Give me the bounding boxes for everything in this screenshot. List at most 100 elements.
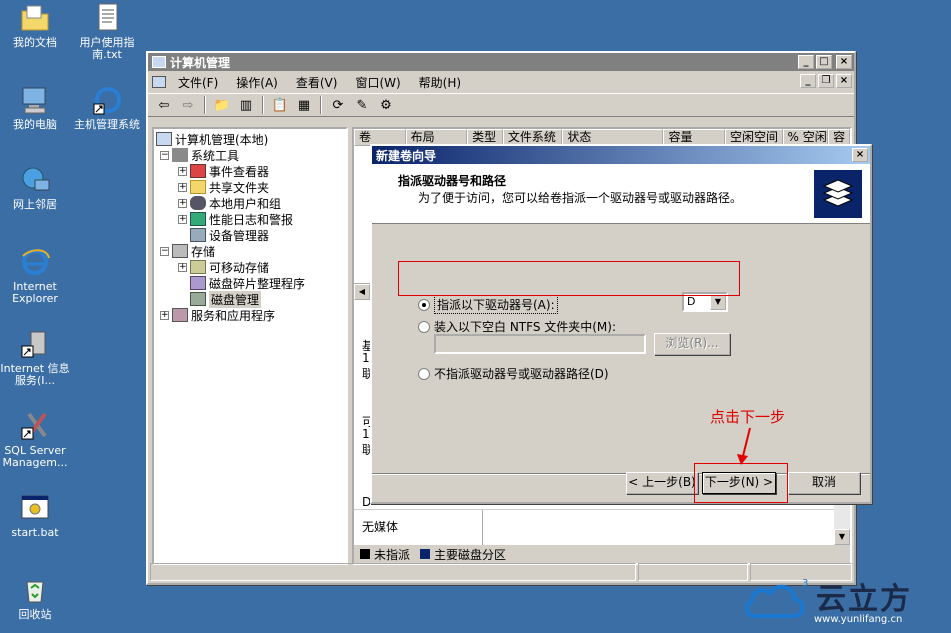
desktop-icon-recycle-bin[interactable]: 回收站 (0, 574, 70, 621)
browse-button[interactable]: 浏览(R)... (654, 333, 730, 355)
scroll-down-button[interactable]: ▼ (834, 529, 850, 545)
tree-node-event-viewer[interactable]: + 事件查看器 (154, 163, 346, 179)
shared-folder-icon (190, 180, 206, 194)
tree-node-root[interactable]: 计算机管理(本地) (154, 131, 346, 147)
refresh-icon[interactable]: ⟳ (328, 96, 348, 114)
legend-bar: 未指派 主要磁盘分区 (354, 545, 850, 563)
cloud-logo-icon: 3 (745, 578, 808, 618)
svg-text:3: 3 (802, 578, 808, 589)
desktop-icon-label: 网上邻居 (13, 198, 57, 211)
annotation-box-next-button (694, 463, 788, 503)
radio-mount-folder[interactable] (418, 320, 430, 333)
desktop-icon-network[interactable]: 网上邻居 (0, 164, 70, 211)
desktop-icon-sql-server[interactable]: SQL Server Managem... (0, 410, 70, 469)
window-titlebar[interactable]: 计算机管理 _ □ × (148, 53, 854, 71)
menu-window[interactable]: 窗口(W) (347, 74, 408, 91)
back-arrow-icon[interactable]: ⇦ (154, 96, 174, 114)
performance-icon (190, 212, 206, 226)
forward-arrow-icon[interactable]: ⇨ (178, 96, 198, 114)
chevron-down-icon[interactable]: ▼ (710, 294, 726, 310)
status-pane-1 (150, 563, 636, 581)
toolbar: ⇦ ⇨ 📁 ▥ 📋 ▦ ⟳ ✎ ⚙ (148, 93, 854, 117)
menu-view[interactable]: 查看(V) (288, 74, 346, 91)
scroll-left-button[interactable]: ◀ (354, 284, 370, 300)
help-icon[interactable]: ▦ (294, 96, 314, 114)
folder-icon (19, 2, 51, 34)
disk-row-cdrom: 无媒体 (354, 509, 834, 546)
collapse-icon[interactable]: − (160, 150, 169, 160)
expand-icon[interactable]: + (178, 182, 187, 192)
computer-icon (152, 56, 166, 68)
menu-file[interactable]: 文件(F) (170, 74, 226, 91)
services-icon (172, 308, 188, 322)
show-tree-icon[interactable]: ▥ (236, 96, 256, 114)
dialog-titlebar[interactable]: 新建卷向导 × (372, 146, 870, 164)
sql-tools-icon (19, 410, 51, 442)
collapse-icon[interactable]: − (160, 246, 169, 256)
ie-icon (19, 246, 51, 278)
expand-icon[interactable]: + (178, 198, 187, 208)
tree-node-disk-management[interactable]: 磁盘管理 (154, 290, 346, 308)
expand-icon[interactable]: + (178, 214, 187, 224)
storage-icon (172, 244, 188, 258)
removable-storage-icon (190, 260, 206, 274)
option-assign-label: 指派以下驱动器号(A): (434, 295, 558, 314)
expand-icon[interactable]: + (178, 262, 187, 272)
tree-node-performance-logs[interactable]: + 性能日志和警报 (154, 211, 346, 227)
tree-node-storage[interactable]: − 存储 (154, 243, 346, 259)
desktop-icon-start-bat[interactable]: start.bat (0, 492, 70, 539)
dialog-close-button[interactable]: × (852, 148, 868, 162)
desktop-icon-internet-explorer[interactable]: Internet Explorer (0, 246, 70, 305)
desktop-icon-label: 用户使用指南.txt (79, 36, 135, 61)
defrag-icon (190, 276, 206, 290)
properties-icon[interactable]: 📋 (270, 96, 290, 114)
desktop-icon-user-guide[interactable]: 用户使用指南.txt (72, 2, 142, 61)
maximize-button[interactable]: □ (816, 55, 832, 69)
settings-icon[interactable]: ⚙ (376, 96, 396, 114)
desktop-icon-label: 主机管理系统 (74, 118, 140, 131)
option-assign-drive-letter[interactable]: 指派以下驱动器号(A): (418, 295, 558, 314)
watermark-url: www.yunlifang.cn (814, 614, 903, 625)
expand-icon[interactable]: + (178, 166, 187, 176)
child-minimize-button[interactable]: _ (800, 74, 816, 88)
option-no-drive-letter[interactable]: 不指派驱动器号或驱动器路径(D) (418, 365, 609, 382)
tree-node-local-users[interactable]: + 本地用户和组 (154, 195, 346, 211)
mount-path-input[interactable] (434, 334, 646, 354)
tree-node-removable-storage[interactable]: + 可移动存储 (154, 259, 346, 275)
radio-assign-drive-letter[interactable] (418, 298, 430, 311)
child-close-button[interactable]: × (836, 74, 852, 88)
minimize-button[interactable]: _ (798, 55, 814, 69)
menu-help[interactable]: 帮助(H) (411, 74, 469, 91)
export-icon[interactable]: ✎ (352, 96, 372, 114)
desktop-icon-label: 我的电脑 (13, 118, 57, 131)
desktop-icon-my-computer[interactable]: 我的电脑 (0, 84, 70, 131)
close-button[interactable]: × (836, 55, 852, 69)
expand-icon[interactable]: + (160, 310, 169, 320)
tree-node-services-apps[interactable]: + 服务和应用程序 (154, 307, 346, 323)
desktop-icon-my-documents[interactable]: 我的文档 (0, 2, 70, 49)
desktop-icon-host-manager[interactable]: 主机管理系统 (72, 84, 142, 131)
tree-node-system-tools[interactable]: − 系统工具 (154, 147, 346, 163)
option-mount-folder[interactable]: 装入以下空白 NTFS 文件夹中(M): (418, 318, 616, 335)
tree-node-shared-folders[interactable]: + 共享文件夹 (154, 179, 346, 195)
radio-no-drive-letter[interactable] (418, 367, 430, 380)
new-volume-wizard-dialog: 新建卷向导 × 指派驱动器号和路径 为了便于访问，您可以给卷指派一个驱动器号或驱… (370, 144, 872, 504)
child-restore-button[interactable]: ❐ (818, 74, 834, 88)
menu-action[interactable]: 操作(A) (228, 74, 286, 91)
iis-shortcut-icon (19, 328, 51, 360)
tree-node-defragmenter[interactable]: 磁盘碎片整理程序 (154, 275, 346, 291)
disk-management-icon (190, 292, 206, 306)
console-tree: 计算机管理(本地) − 系统工具 + 事件查看器 + 共享文件夹 + 本地用户和组 + 性… (152, 127, 348, 565)
cancel-button[interactable]: 取消 (788, 472, 860, 494)
tree-node-device-manager[interactable]: 设备管理器 (154, 227, 346, 243)
recycle-bin-icon (19, 574, 51, 606)
no-media-label: 无媒体 (362, 520, 399, 534)
menu-bar: 文件(F) 操作(A) 查看(V) 窗口(W) 帮助(H) _ ❐ × (148, 71, 854, 93)
users-icon (190, 196, 206, 210)
desktop-icon-iis[interactable]: Internet 信息服务(I... (0, 328, 70, 387)
desktop-icon-label: 回收站 (18, 608, 52, 621)
toolbar-separator (204, 96, 206, 114)
desktop-icon-label: start.bat (11, 526, 59, 539)
up-folder-icon[interactable]: 📁 (212, 96, 232, 114)
back-button[interactable]: < 上一步(B) (626, 472, 698, 494)
